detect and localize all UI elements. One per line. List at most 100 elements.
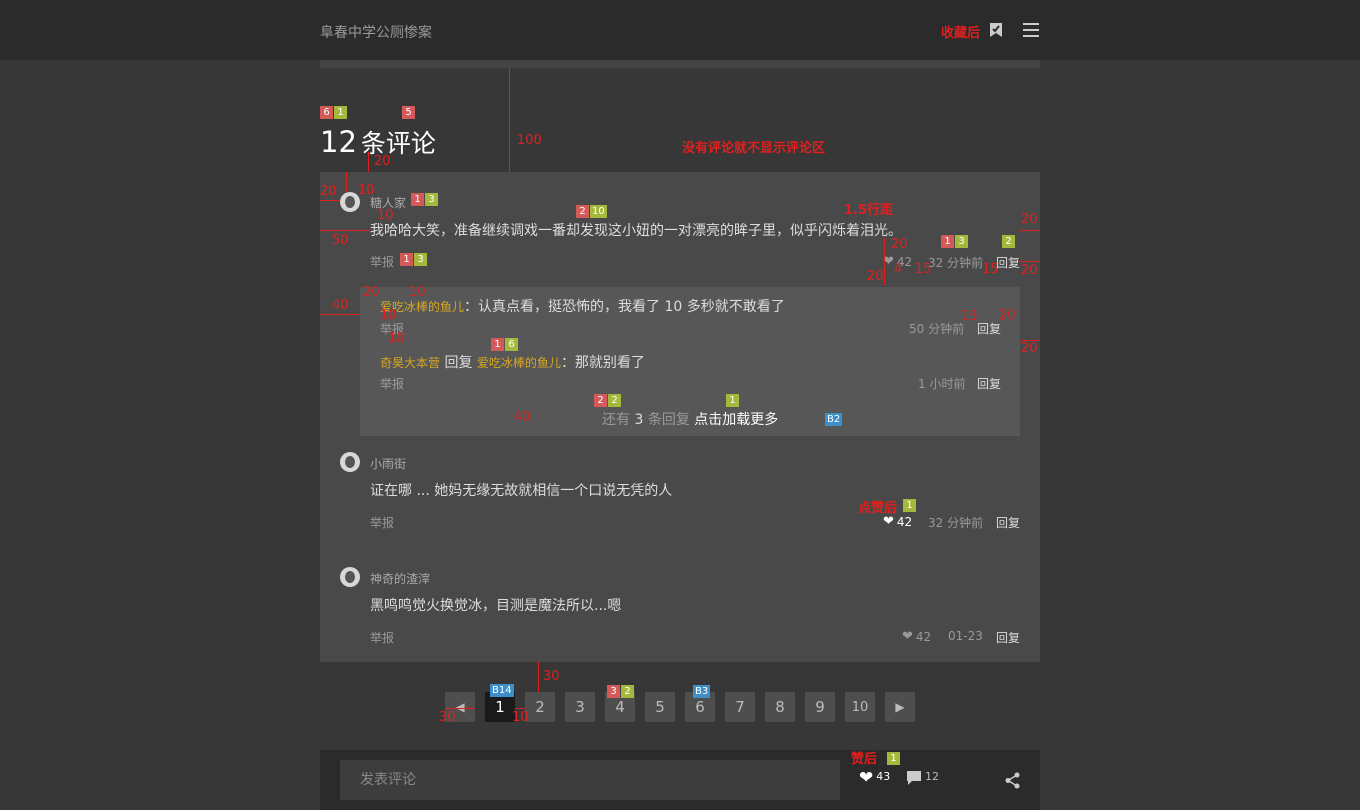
comment-text: 我哈哈大笑，准备继续调戏一番却发现这小妞的一对漂亮的眸子里，似乎闪烁着泪光。 [370, 223, 902, 239]
spacing-label: 20 [891, 237, 908, 252]
spec-badge: 1 [400, 253, 413, 266]
reply-target-username[interactable]: 爱吃冰棒的鱼儿 [477, 356, 561, 370]
heart-icon: ❤ [902, 629, 913, 644]
spacing-guide-line [1020, 230, 1040, 231]
spec-badge: 2 [576, 205, 589, 218]
page-button[interactable]: 5 [645, 692, 675, 722]
spec-badge: 10 [590, 205, 607, 218]
report-link[interactable]: 举报 [370, 629, 394, 646]
spacing-guide-line [320, 230, 370, 231]
spacing-label: 20 [363, 285, 380, 300]
spacing-label: 15 [915, 262, 932, 277]
bookmark-icon[interactable] [989, 22, 1003, 38]
spec-badge: 1 [887, 752, 900, 765]
report-link[interactable]: 举报 [370, 253, 394, 270]
spec-badge: 3 [955, 235, 968, 248]
reply-button[interactable]: 回复 [996, 629, 1020, 646]
page-button[interactable]: 10 [845, 692, 875, 722]
spec-badge: 2 [621, 685, 634, 698]
spacing-label: 50 [332, 233, 349, 248]
page-button[interactable]: 2 [525, 692, 555, 722]
reply-time: 50 分钟前 [909, 322, 965, 336]
report-link[interactable]: 举报 [380, 375, 404, 392]
spec-badge: 1 [941, 235, 954, 248]
spec-badge: B14 [490, 684, 514, 697]
like-button[interactable]: ❤ 42 [902, 629, 931, 644]
favorite-annotation: 收藏后 [941, 26, 981, 41]
comment-count: 12 [320, 125, 357, 159]
spacing-label: 20 [999, 308, 1016, 323]
heart-icon: ❤ [883, 514, 894, 529]
spacing-guide-line [320, 314, 360, 315]
site-title[interactable]: 阜春中学公厕惨案 [320, 22, 432, 42]
spacing-label: 15 [982, 262, 999, 277]
comment-text: 证在哪 ... 她妈无缘无故就相信一个口说无凭的人 [370, 483, 673, 499]
line-height-label: 1.5行距 [844, 203, 894, 218]
spacing-label: 10 [512, 710, 529, 725]
spacing-guide-line [509, 396, 510, 436]
next-page-button[interactable]: ▶ [885, 692, 915, 722]
spacing-guide-line [368, 152, 369, 172]
spec-badge: 3 [607, 685, 620, 698]
spacing-label: 20 [867, 269, 884, 284]
triangle-left-icon: ◀ [455, 700, 465, 714]
like-count: 42 [896, 514, 913, 529]
reply-item: 爱吃冰棒的鱼儿：认真点看，挺恐怖的，我看了 10 多秒就不敢看了 [380, 296, 785, 316]
comment-username[interactable]: 神奇的渣滓 [370, 570, 430, 587]
spacing-guide-line [346, 172, 347, 192]
reply-button[interactable]: 回复 [977, 375, 1001, 392]
chat-icon [907, 771, 921, 785]
heart-icon: ❤ [859, 768, 874, 788]
spacing-label: 15 [961, 309, 978, 324]
avatar[interactable] [340, 567, 360, 587]
comment-time: 32 分钟前 [928, 516, 984, 530]
spacing-label: 20 [374, 154, 391, 169]
avatar[interactable] [340, 452, 360, 472]
share-icon[interactable] [1004, 772, 1021, 789]
reply-username[interactable]: 奇昊大本营 [380, 356, 440, 370]
spacing-label: 40 [514, 410, 531, 425]
spacing-label: 10 [377, 208, 394, 223]
spacing-label: 40 [332, 298, 349, 313]
spec-badge: 1 [903, 499, 916, 512]
spacing-guide-line [445, 708, 475, 709]
load-more-link[interactable]: 点击加载更多 [694, 412, 778, 428]
top-bar [0, 0, 1360, 60]
spec-badge: B3 [693, 685, 711, 698]
reply-text: ：那就别看了 [560, 355, 645, 371]
reply-button[interactable]: 回复 [977, 320, 1001, 337]
like-count: 43 [876, 770, 891, 783]
spec-badge: 3 [425, 193, 438, 206]
menu-icon[interactable] [1023, 22, 1039, 38]
spacing-label: 20 [320, 184, 337, 199]
spec-badge: B2 [825, 413, 843, 426]
reply-button[interactable]: 回复 [996, 254, 1020, 271]
reply-button[interactable]: 回复 [996, 514, 1020, 531]
spacing-label: 20 [1021, 263, 1038, 278]
comment-username[interactable]: 小雨街 [370, 455, 406, 472]
comment-time: 01-23 [948, 629, 983, 643]
no-comment-annotation: 没有评论就不显示评论区 [682, 141, 826, 156]
liked-annotation: 赞后 [851, 752, 878, 767]
spec-badge: 1 [411, 193, 424, 206]
like-button[interactable]: ❤ 42 [883, 514, 912, 529]
report-link[interactable]: 举报 [370, 514, 394, 531]
avatar[interactable] [340, 192, 360, 212]
comments-button[interactable]: 12 [906, 770, 939, 786]
spacing-label: 10 [388, 331, 405, 346]
comment-time: 32 分钟前 [928, 256, 984, 270]
page-button[interactable]: 7 [725, 692, 755, 722]
page-button[interactable]: 9 [805, 692, 835, 722]
comment-count-small: 12 [925, 770, 939, 783]
spacing-label: 100 [517, 133, 542, 148]
page-button[interactable]: 8 [765, 692, 795, 722]
page-button[interactable]: 3 [565, 692, 595, 722]
comment-input[interactable] [340, 760, 840, 800]
spacing-label: 4 [894, 262, 903, 277]
comment-text: 黑鸣鸣觉火换觉冰，目测是魔法所以...嗯 [370, 598, 622, 614]
like-button[interactable]: ❤ 43 [859, 770, 890, 787]
spec-badge: 6 [505, 338, 518, 351]
spacing-label: 20 [1021, 212, 1038, 227]
spec-badge: 2 [594, 394, 607, 407]
like-count: 42 [915, 629, 932, 644]
